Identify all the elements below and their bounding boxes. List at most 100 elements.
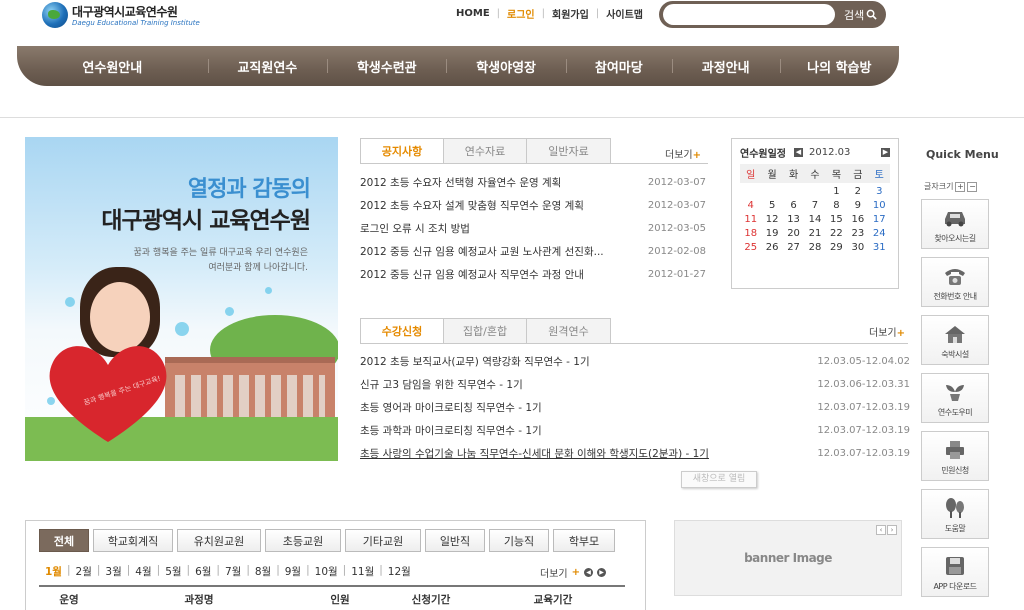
calendar-day[interactable]: 14 — [804, 214, 825, 225]
calendar-day[interactable]: 21 — [804, 228, 825, 239]
notice-more-link[interactable]: 더보기+ — [665, 146, 701, 161]
calendar-day[interactable]: 20 — [783, 228, 804, 239]
calendar-day[interactable]: 16 — [847, 214, 868, 225]
calendar-day[interactable]: 11 — [740, 214, 761, 225]
month-tab[interactable]: 10월 — [315, 564, 338, 579]
month-tab[interactable]: 11월 — [351, 564, 374, 579]
calendar-day[interactable]: 10 — [869, 200, 890, 211]
month-tab[interactable]: 2월 — [76, 564, 92, 579]
tab-course-parents[interactable]: 학부모 — [553, 529, 615, 552]
tab-group-mixed[interactable]: 집합/혼합 — [443, 318, 527, 343]
calendar-day[interactable]: 2 — [847, 186, 868, 197]
quick-item-help[interactable]: 도움말 — [921, 489, 989, 539]
list-item[interactable]: 2012 중등 신규 임용 예정교사 교원 노사관계 선진화... 2012-02… — [360, 240, 706, 263]
list-item[interactable]: 2012 중등 신규 임용 예정교사 직무연수 과정 안내 2012-01-27 — [360, 263, 706, 286]
calendar-day[interactable]: 28 — [804, 242, 825, 253]
calendar-day[interactable]: 24 — [869, 228, 890, 239]
search-input[interactable] — [663, 4, 835, 25]
font-increase-icon[interactable]: + — [955, 181, 966, 192]
nav-item-my-learning[interactable]: 나의 학습방 — [779, 57, 899, 76]
banner-prev-icon[interactable]: ‹ — [876, 525, 886, 535]
quick-item-petition[interactable]: 민원신청 — [921, 431, 989, 481]
tab-notice[interactable]: 공지사항 — [360, 138, 444, 163]
search-button[interactable]: 검색 — [844, 7, 877, 23]
util-link-login[interactable]: 로그인 — [507, 6, 535, 21]
course-next-icon[interactable]: ▶ — [597, 568, 606, 577]
calendar-day[interactable]: 9 — [847, 200, 868, 211]
calendar-day[interactable]: 13 — [783, 214, 804, 225]
quick-item-directions[interactable]: 찾아오시는길 — [921, 199, 989, 249]
util-link-home[interactable]: HOME — [456, 8, 490, 19]
tab-course-general[interactable]: 일반직 — [425, 529, 485, 552]
quick-item-phone[interactable]: 전화번호 안내 — [921, 257, 989, 307]
nav-item-about[interactable]: 연수원안내 — [17, 57, 208, 76]
course-prev-icon[interactable]: ◀ — [584, 568, 593, 577]
calendar-day[interactable]: 15 — [826, 214, 847, 225]
quick-item-app-download[interactable]: APP 다운로드 — [921, 547, 989, 597]
apply-more-link[interactable]: 더보기+ — [869, 324, 905, 339]
font-decrease-icon[interactable]: − — [967, 181, 978, 192]
calendar-day[interactable]: 6 — [783, 200, 804, 211]
calendar-day[interactable]: 23 — [847, 228, 868, 239]
list-item[interactable]: 로그인 오류 시 조치 방법 2012-03-05 — [360, 217, 706, 240]
month-tab[interactable]: 5월 — [165, 564, 181, 579]
nav-item-student-center[interactable]: 학생수련관 — [327, 57, 446, 76]
tab-course-elementary[interactable]: 초등교원 — [265, 529, 341, 552]
tab-course-kindergarten[interactable]: 유치원교원 — [177, 529, 261, 552]
tab-general-materials[interactable]: 일반자료 — [526, 138, 611, 163]
tab-course-technical[interactable]: 기능직 — [489, 529, 549, 552]
util-link-join[interactable]: 회원가입 — [552, 6, 589, 21]
month-tab[interactable]: 4월 — [135, 564, 151, 579]
list-item[interactable]: 초등 과학과 마이크로티칭 직무연수 - 1기 12.03.07-12.03.19 — [360, 419, 910, 442]
month-tab[interactable]: 1월 — [45, 564, 62, 579]
tab-training-materials[interactable]: 연수자료 — [443, 138, 527, 163]
month-tab[interactable]: 7월 — [225, 564, 241, 579]
quick-item-helper[interactable]: 연수도우미 — [921, 373, 989, 423]
calendar-next-icon[interactable]: ▶ — [881, 148, 890, 157]
tab-remote[interactable]: 원격연수 — [526, 318, 611, 343]
list-item[interactable]: 2012 초등 보직교사(교무) 역량강화 직무연수 - 1기 12.03.05-… — [360, 350, 910, 373]
calendar-prev-icon[interactable]: ◀ — [794, 148, 803, 157]
month-tab[interactable]: 9월 — [285, 564, 301, 579]
month-tab[interactable]: 3월 — [105, 564, 121, 579]
month-tab[interactable]: 8월 — [255, 564, 271, 579]
list-item[interactable]: 2012 초등 수요자 선택형 자율연수 운영 계획 2012-03-07 — [360, 171, 706, 194]
calendar-day[interactable]: 18 — [740, 228, 761, 239]
course-more-link[interactable]: 더보기 — [540, 565, 568, 580]
tab-course-other-teachers[interactable]: 기타교원 — [345, 529, 421, 552]
calendar-day[interactable]: 8 — [826, 200, 847, 211]
list-item[interactable]: 신규 고3 담임을 위한 직무연수 - 1기 12.03.06-12.03.31 — [360, 373, 910, 396]
banner-next-icon[interactable]: › — [887, 525, 897, 535]
tab-course-school-accounting[interactable]: 학교회계직 — [93, 529, 173, 552]
quick-item-lodging[interactable]: 숙박시설 — [921, 315, 989, 365]
calendar-day[interactable]: 22 — [826, 228, 847, 239]
calendar-day[interactable]: 3 — [869, 186, 890, 197]
calendar-day[interactable]: 4 — [740, 200, 761, 211]
nav-item-courses[interactable]: 과정안내 — [671, 57, 780, 76]
calendar-day[interactable]: 26 — [761, 242, 782, 253]
nav-item-camp[interactable]: 학생야영장 — [446, 57, 565, 76]
list-item[interactable]: 초등 영어과 마이크로티칭 직무연수 - 1기 12.03.07-12.03.19 — [360, 396, 910, 419]
calendar-day[interactable]: 5 — [761, 200, 782, 211]
nav-item-staff-training[interactable]: 교직원연수 — [207, 57, 327, 76]
tab-course-all[interactable]: 전체 — [39, 529, 89, 552]
list-item[interactable]: 2012 초등 수요자 설계 맞춤형 직무연수 운영 계획 2012-03-07 — [360, 194, 706, 217]
calendar-day[interactable]: 7 — [804, 200, 825, 211]
calendar-day[interactable]: 1 — [826, 186, 847, 197]
calendar-day[interactable]: 27 — [783, 242, 804, 253]
calendar-day[interactable]: 29 — [826, 242, 847, 253]
nav-item-community[interactable]: 참여마당 — [565, 57, 672, 76]
calendar-day[interactable]: 19 — [761, 228, 782, 239]
calendar-day[interactable]: 31 — [869, 242, 890, 253]
site-logo[interactable]: 대구광역시교육연수원 Daegu Educational Training In… — [42, 0, 200, 30]
month-tab[interactable]: 12월 — [388, 564, 411, 579]
banner-area[interactable]: ‹ › banner Image — [674, 520, 902, 596]
calendar-day[interactable]: 25 — [740, 242, 761, 253]
calendar-day[interactable]: 17 — [869, 214, 890, 225]
month-tab[interactable]: 6월 — [195, 564, 211, 579]
calendar-day[interactable]: 30 — [847, 242, 868, 253]
util-link-sitemap[interactable]: 사이트맵 — [606, 6, 643, 21]
tab-apply[interactable]: 수강신청 — [360, 318, 444, 343]
list-item[interactable]: 초등 사랑의 수업기술 나눔 직무연수-신세대 문화 이해와 학생지도(2분과)… — [360, 442, 910, 465]
calendar-day[interactable]: 12 — [761, 214, 782, 225]
